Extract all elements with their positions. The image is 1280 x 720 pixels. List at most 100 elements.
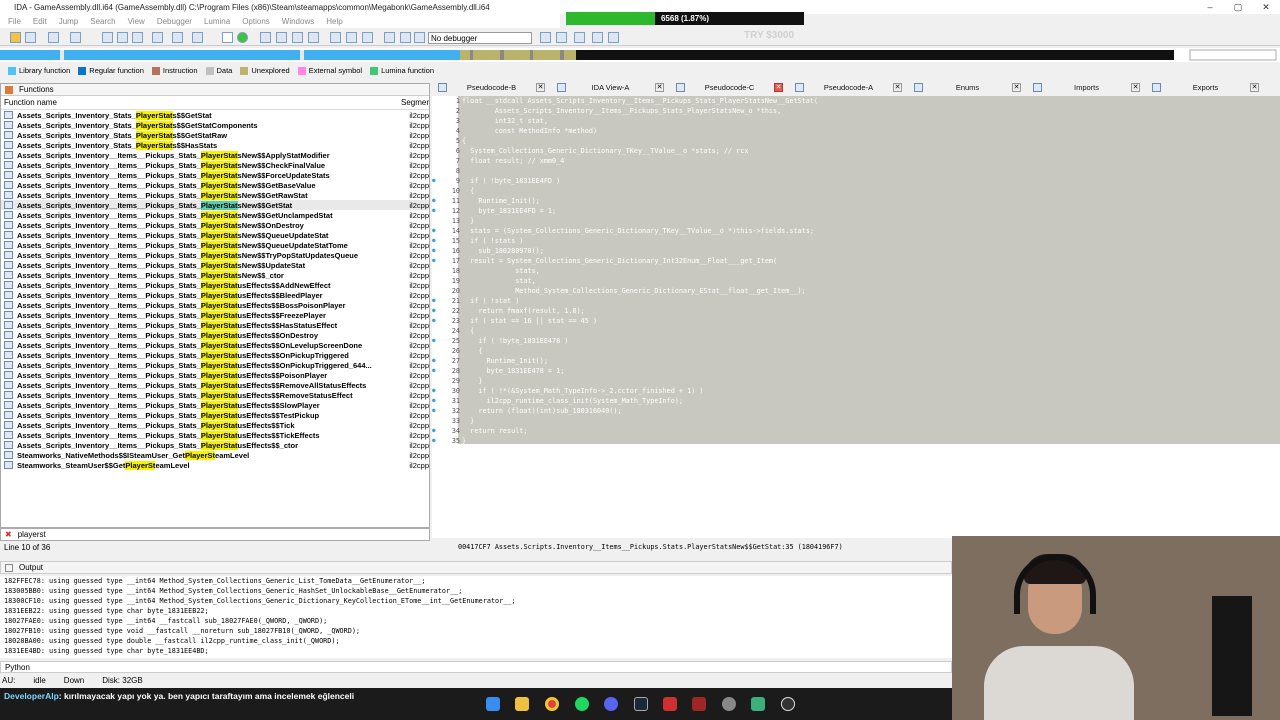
code-line[interactable]: ● 25 if ( !byte_1831EE478 ): [432, 336, 568, 346]
function-row[interactable]: Assets_Scripts_Inventory__Items__Pickups…: [1, 370, 429, 380]
function-row[interactable]: Assets_Scripts_Inventory__Items__Pickups…: [1, 210, 429, 220]
function-row[interactable]: Assets_Scripts_Inventory__Items__Pickups…: [1, 300, 429, 310]
code-line[interactable]: 2 Assets_Scripts_Inventory__Items__Picku…: [432, 106, 781, 116]
maximize-button[interactable]: ▢: [1224, 0, 1252, 14]
save-icon[interactable]: [25, 32, 36, 43]
minimize-button[interactable]: –: [1196, 0, 1224, 14]
function-row[interactable]: Assets_Scripts_Inventory__Items__Pickups…: [1, 180, 429, 190]
function-row[interactable]: Assets_Scripts_Inventory__Items__Pickups…: [1, 390, 429, 400]
code-line[interactable]: 3 int32_t stat,: [432, 116, 548, 126]
function-row[interactable]: Assets_Scripts_Inventory__Items__Pickups…: [1, 310, 429, 320]
menu-jump[interactable]: Jump: [59, 17, 79, 26]
function-search[interactable]: ✖ playerst: [0, 528, 430, 541]
code-line[interactable]: 8: [432, 166, 462, 176]
code-line[interactable]: ● 11 Runtime_Init();: [432, 196, 540, 206]
menu-windows[interactable]: Windows: [282, 17, 314, 26]
function-row[interactable]: Assets_Scripts_Inventory__Items__Pickups…: [1, 260, 429, 270]
function-row[interactable]: Assets_Scripts_Inventory__Items__Pickups…: [1, 160, 429, 170]
menu-view[interactable]: View: [128, 17, 145, 26]
function-row[interactable]: Assets_Scripts_Inventory__Items__Pickups…: [1, 410, 429, 420]
chrome-icon[interactable]: [545, 697, 559, 711]
tool-icon[interactable]: [292, 32, 303, 43]
tab-ida-view-a[interactable]: IDA View-A ✕: [551, 82, 670, 94]
function-row[interactable]: Assets_Scripts_Inventory__Items__Pickups…: [1, 380, 429, 390]
code-line[interactable]: 7 float result; // xmm0_4: [432, 156, 564, 166]
code-line[interactable]: ● 15 if ( !stats ): [432, 236, 523, 246]
function-row[interactable]: Assets_Scripts_Inventory__Items__Pickups…: [1, 420, 429, 430]
code-line[interactable]: ● 21 if ( !stat ): [432, 296, 519, 306]
tool-icon[interactable]: [260, 32, 271, 43]
tab-close-icon[interactable]: ✕: [536, 83, 545, 92]
tool-icon[interactable]: [132, 32, 143, 43]
tool-icon[interactable]: [608, 32, 619, 43]
run-icon[interactable]: [237, 32, 248, 43]
tool-icon[interactable]: [592, 32, 603, 43]
code-line[interactable]: 13 }: [432, 216, 474, 226]
code-line[interactable]: ● 35}: [432, 436, 466, 446]
function-row[interactable]: Assets_Scripts_Inventory__Items__Pickups…: [1, 330, 429, 340]
pause-icon[interactable]: [400, 32, 411, 43]
function-row[interactable]: Assets_Scripts_Inventory_Stats_PlayerSta…: [1, 140, 429, 150]
tab-enums[interactable]: Enums ✕: [908, 82, 1027, 94]
code-line[interactable]: ● 27 Runtime_Init();: [432, 356, 548, 366]
code-line[interactable]: 1 float __stdcall Assets_Scripts_Inventor…: [432, 96, 818, 106]
tab-exports[interactable]: Exports ✕: [1146, 82, 1265, 94]
ida-icon[interactable]: [692, 697, 706, 711]
discord-icon[interactable]: [604, 697, 618, 711]
function-row[interactable]: Assets_Scripts_Inventory_Stats_PlayerSta…: [1, 110, 429, 120]
function-row[interactable]: Assets_Scripts_Inventory__Items__Pickups…: [1, 360, 429, 370]
tab-imports[interactable]: Imports ✕: [1027, 82, 1146, 94]
tool-icon[interactable]: [152, 32, 163, 43]
steam-icon[interactable]: [634, 697, 648, 711]
function-row[interactable]: Assets_Scripts_Inventory_Stats_PlayerSta…: [1, 130, 429, 140]
tab-close-icon[interactable]: ✕: [774, 83, 783, 92]
menu-debugger[interactable]: Debugger: [157, 17, 192, 26]
app-icon[interactable]: [663, 697, 677, 711]
function-row[interactable]: Assets_Scripts_Inventory__Items__Pickups…: [1, 230, 429, 240]
function-row[interactable]: Assets_Scripts_Inventory_Stats_PlayerSta…: [1, 120, 429, 130]
tool-icon[interactable]: [330, 32, 341, 43]
search-input[interactable]: playerst: [18, 530, 46, 539]
column-function-name[interactable]: Function name: [1, 98, 401, 107]
tab-close-icon[interactable]: ✕: [893, 83, 902, 92]
debugger-select[interactable]: No debugger: [428, 32, 532, 44]
tool-icon[interactable]: [276, 32, 287, 43]
menu-file[interactable]: File: [8, 17, 21, 26]
spotify-icon[interactable]: [575, 697, 589, 711]
code-line[interactable]: ● 31 il2cpp_runtime_class_init(System_Mat…: [432, 396, 683, 406]
code-line[interactable]: 6 System_Collections_Generic_Dictionary_…: [432, 146, 749, 156]
tab-close-icon[interactable]: ✕: [655, 83, 664, 92]
function-row[interactable]: Assets_Scripts_Inventory__Items__Pickups…: [1, 150, 429, 160]
tool-icon[interactable]: [308, 32, 319, 43]
menu-options[interactable]: Options: [242, 17, 270, 26]
code-line[interactable]: ● 22 return fmaxf(result, 1.0);: [432, 306, 585, 316]
function-row[interactable]: Steamworks_SteamUser$$GetPlayerSteamLeve…: [1, 460, 429, 470]
tool-icon[interactable]: [172, 32, 183, 43]
code-line[interactable]: ● 9 if ( !byte_1831EE4FD ): [432, 176, 560, 186]
function-row[interactable]: Assets_Scripts_Inventory__Items__Pickups…: [1, 250, 429, 260]
open-icon[interactable]: [10, 32, 21, 43]
close-search-icon[interactable]: ✖: [5, 530, 12, 539]
obs-icon[interactable]: [781, 697, 795, 711]
graph-icon[interactable]: [222, 32, 233, 43]
function-row[interactable]: Assets_Scripts_Inventory__Items__Pickups…: [1, 290, 429, 300]
tool-icon[interactable]: [556, 32, 567, 43]
function-row[interactable]: Assets_Scripts_Inventory__Items__Pickups…: [1, 340, 429, 350]
function-row[interactable]: Assets_Scripts_Inventory__Items__Pickups…: [1, 170, 429, 180]
code-line[interactable]: ● 16 sub_180280970();: [432, 246, 544, 256]
function-row[interactable]: Assets_Scripts_Inventory__Items__Pickups…: [1, 430, 429, 440]
play-icon[interactable]: [384, 32, 395, 43]
stop-icon[interactable]: [362, 32, 373, 43]
settings-icon[interactable]: [722, 697, 736, 711]
code-line[interactable]: 26 {: [432, 346, 483, 356]
code-line[interactable]: ● 23 if ( stat == 16 || stat == 45 ): [432, 316, 597, 326]
tool-icon[interactable]: [346, 32, 357, 43]
function-row[interactable]: Assets_Scripts_Inventory__Items__Pickups…: [1, 270, 429, 280]
menu-search[interactable]: Search: [90, 17, 115, 26]
function-row[interactable]: Steamworks_NativeMethods$$ISteamUser_Get…: [1, 450, 429, 460]
tab-close-icon[interactable]: ✕: [1131, 83, 1140, 92]
code-line[interactable]: 18 stats,: [432, 266, 540, 276]
code-line[interactable]: 33 }: [432, 416, 474, 426]
forward-icon[interactable]: [70, 32, 81, 43]
close-button[interactable]: ✕: [1252, 0, 1280, 14]
